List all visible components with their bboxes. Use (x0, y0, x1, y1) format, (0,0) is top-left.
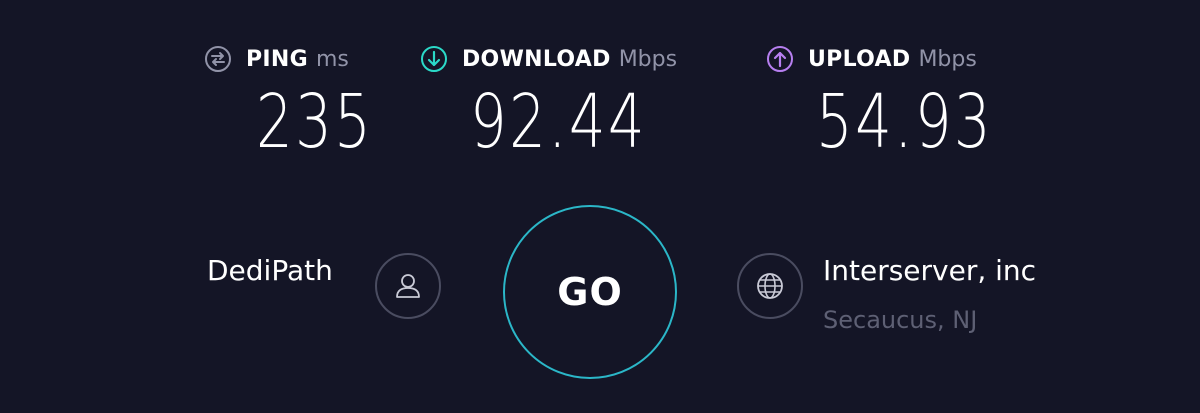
go-button[interactable]: GO (503, 205, 677, 379)
upload-unit: Mbps (918, 46, 977, 72)
ping-metric: PING ms 235 (204, 44, 371, 162)
upload-header: UPLOAD Mbps (766, 44, 977, 74)
ping-label: PING (246, 46, 308, 72)
server-name[interactable]: Interserver, inc (823, 254, 1036, 287)
upload-value: 54.93 (816, 79, 993, 165)
download-arrow-icon (421, 46, 447, 72)
upload-label: UPLOAD (808, 46, 911, 72)
ping-header: PING ms (204, 44, 349, 74)
upload-arrow-icon (767, 46, 793, 72)
download-value: 92.44 (470, 79, 647, 165)
ping-icon (205, 46, 231, 72)
user-icon (396, 274, 420, 298)
upload-metric: UPLOAD Mbps 54.93 (766, 44, 991, 162)
isp-button[interactable] (375, 253, 441, 319)
server-location: Secaucus, NJ (823, 306, 978, 334)
download-header: DOWNLOAD Mbps (420, 44, 677, 74)
download-metric: DOWNLOAD Mbps 92.44 (420, 44, 677, 162)
ping-unit: ms (315, 46, 349, 72)
globe-icon (757, 273, 783, 299)
isp-name: DediPath (207, 254, 333, 287)
download-unit: Mbps (618, 46, 678, 72)
server-button[interactable] (737, 253, 803, 319)
download-label: DOWNLOAD (462, 46, 611, 72)
ping-value: 235 (256, 79, 374, 165)
go-button-label: GO (557, 270, 623, 314)
